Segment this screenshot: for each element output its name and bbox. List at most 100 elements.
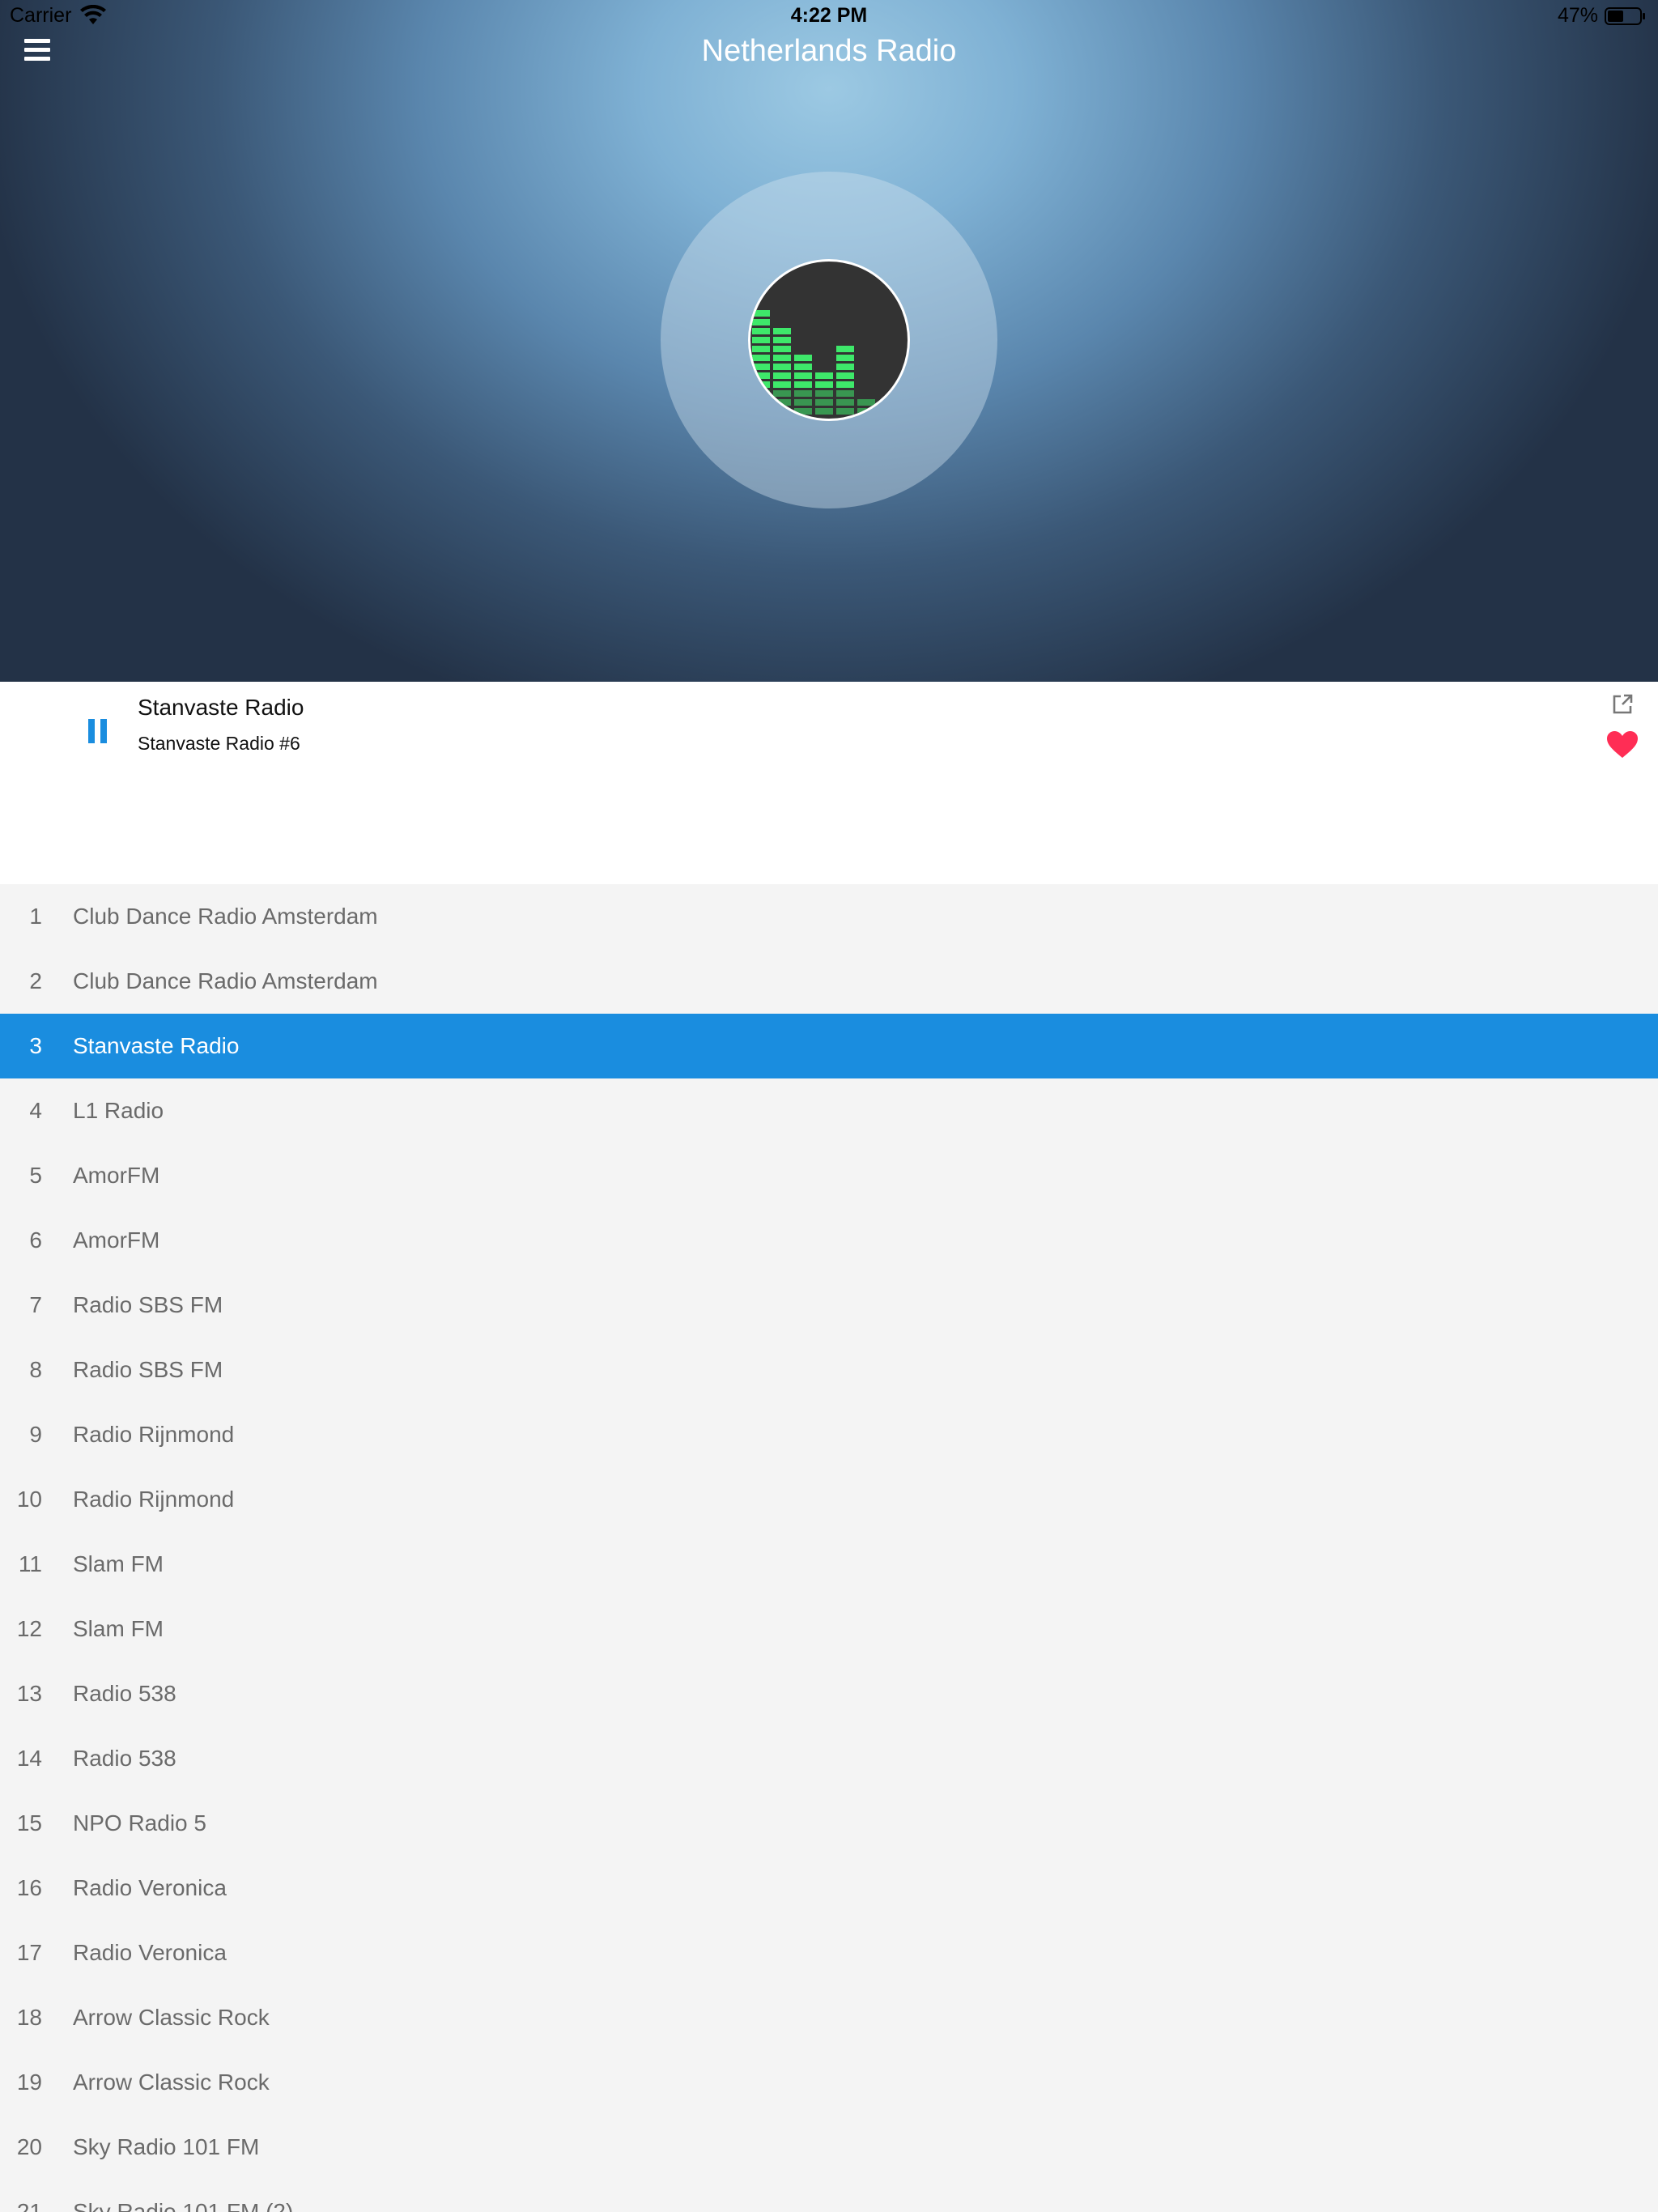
station-name: Radio Rijnmond (73, 1487, 235, 1512)
station-row[interactable]: 9 Radio Rijnmond (0, 1402, 1658, 1467)
station-row[interactable]: 7 Radio SBS FM (0, 1273, 1658, 1338)
battery-icon (1605, 7, 1645, 25)
station-row[interactable]: 16 Radio Veronica (0, 1856, 1658, 1921)
equalizer-icon (752, 310, 896, 415)
equalizer-bar-segment (752, 355, 770, 361)
station-row[interactable]: 2 Club Dance Radio Amsterdam (0, 949, 1658, 1014)
station-number: 3 (29, 1033, 42, 1058)
station-name: Arrow Classic Rock (73, 2005, 270, 2030)
station-name: Slam FM (73, 1551, 164, 1576)
equalizer-bar-segment (815, 399, 833, 406)
equalizer-bar-segment (857, 408, 875, 415)
equalizer-bar-segment (752, 364, 770, 370)
equalizer-bar-segment (815, 381, 833, 388)
equalizer-bar-segment (794, 390, 812, 397)
share-icon[interactable] (1611, 693, 1634, 716)
station-number: 21 (16, 2199, 42, 2212)
equalizer-bar-segment (773, 408, 791, 415)
heart-icon[interactable] (1606, 730, 1639, 759)
equalizer-bar-segment (773, 372, 791, 379)
station-row[interactable]: 8 Radio SBS FM (0, 1338, 1658, 1402)
equalizer-bar-segment (773, 390, 791, 397)
station-name: Club Dance Radio Amsterdam (73, 904, 378, 929)
equalizer-bar-segment (773, 337, 791, 343)
equalizer-bar-segment (752, 328, 770, 334)
equalizer-bar-segment (752, 337, 770, 343)
equalizer-bar-segment (836, 346, 854, 352)
station-row[interactable]: 15 NPO Radio 5 (0, 1791, 1658, 1856)
station-row[interactable]: 11 Slam FM (0, 1532, 1658, 1597)
equalizer-bar-segment (857, 399, 875, 406)
station-number: 14 (16, 1746, 42, 1771)
equalizer-bar-segment (752, 381, 770, 388)
equalizer-bar-segment (836, 399, 854, 406)
station-row[interactable]: 14 Radio 538 (0, 1726, 1658, 1791)
equalizer-bar-segment (815, 408, 833, 415)
station-name: Radio SBS FM (73, 1357, 223, 1382)
station-name: Radio Veronica (73, 1875, 227, 1900)
station-row[interactable]: 6 AmorFM (0, 1208, 1658, 1273)
station-number: 15 (16, 1810, 42, 1836)
now-playing-track: Stanvaste Radio #6 (138, 733, 300, 754)
station-row[interactable]: 1 Club Dance Radio Amsterdam (0, 884, 1658, 949)
equalizer-bar-segment (815, 390, 833, 397)
equalizer-bar-segment (836, 381, 854, 388)
station-name: Club Dance Radio Amsterdam (73, 968, 378, 993)
battery-percent: 47% (1557, 4, 1598, 27)
equalizer-bar-segment (773, 346, 791, 352)
station-row[interactable]: 13 Radio 538 (0, 1661, 1658, 1726)
station-name: Sky Radio 101 FM (2) (73, 2199, 294, 2212)
station-row[interactable]: 17 Radio Veronica (0, 1921, 1658, 1985)
equalizer-bar-segment (773, 399, 791, 406)
station-row[interactable]: 21 Sky Radio 101 FM (2) (0, 2180, 1658, 2212)
station-name: Radio Veronica (73, 1940, 227, 1965)
equalizer-bar-segment (836, 390, 854, 397)
station-name: AmorFM (73, 1227, 160, 1253)
artwork-disc (748, 259, 910, 421)
station-row[interactable]: 10 Radio Rijnmond (0, 1467, 1658, 1532)
station-row[interactable]: 20 Sky Radio 101 FM (0, 2115, 1658, 2180)
equalizer-bar-segment (752, 319, 770, 325)
station-row[interactable]: 12 Slam FM (0, 1597, 1658, 1661)
station-number: 20 (16, 2134, 42, 2159)
station-number: 8 (29, 1357, 42, 1382)
station-name: NPO Radio 5 (73, 1810, 206, 1836)
station-name: Radio SBS FM (73, 1292, 223, 1317)
station-name: Sky Radio 101 FM (73, 2134, 260, 2159)
station-list: 1 Club Dance Radio Amsterdam 2 Club Dance R… (0, 884, 1658, 2212)
station-number: 17 (16, 1940, 42, 1965)
equalizer-bar-segment (794, 381, 812, 388)
station-number: 18 (16, 2005, 42, 2030)
station-row[interactable]: 18 Arrow Classic Rock (0, 1985, 1658, 2050)
station-name: Radio 538 (73, 1681, 176, 1706)
now-playing-station: Stanvaste Radio (138, 695, 304, 720)
pause-icon[interactable] (87, 719, 108, 743)
equalizer-bar-segment (794, 364, 812, 370)
station-name: Stanvaste Radio (73, 1033, 240, 1058)
station-row[interactable]: 5 AmorFM (0, 1143, 1658, 1208)
equalizer-bar-segment (773, 364, 791, 370)
station-row[interactable]: 4 L1 Radio (0, 1078, 1658, 1143)
equalizer-bar-segment (752, 346, 770, 352)
equalizer-bar-segment (794, 408, 812, 415)
station-number: 13 (16, 1681, 42, 1706)
equalizer-bar-segment (773, 328, 791, 334)
equalizer-bar-segment (794, 399, 812, 406)
station-row[interactable]: 3 Stanvaste Radio (0, 1014, 1658, 1078)
station-row[interactable]: 19 Arrow Classic Rock (0, 2050, 1658, 2115)
equalizer-bar-segment (794, 372, 812, 379)
station-name: Radio 538 (73, 1746, 176, 1771)
station-name: Radio Rijnmond (73, 1422, 235, 1447)
status-bar: Carrier 4:22 PM 47% (0, 0, 1658, 32)
station-number: 12 (16, 1616, 42, 1641)
station-number: 19 (16, 2069, 42, 2095)
page-title: Netherlands Radio (701, 34, 957, 68)
station-number: 4 (29, 1098, 42, 1123)
equalizer-bar-segment (752, 408, 770, 415)
equalizer-bar-segment (752, 372, 770, 379)
station-name: L1 Radio (73, 1098, 164, 1123)
station-number: 10 (16, 1487, 42, 1512)
equalizer-bar-segment (752, 310, 770, 317)
equalizer-bar-segment (773, 381, 791, 388)
equalizer-bar-segment (836, 408, 854, 415)
